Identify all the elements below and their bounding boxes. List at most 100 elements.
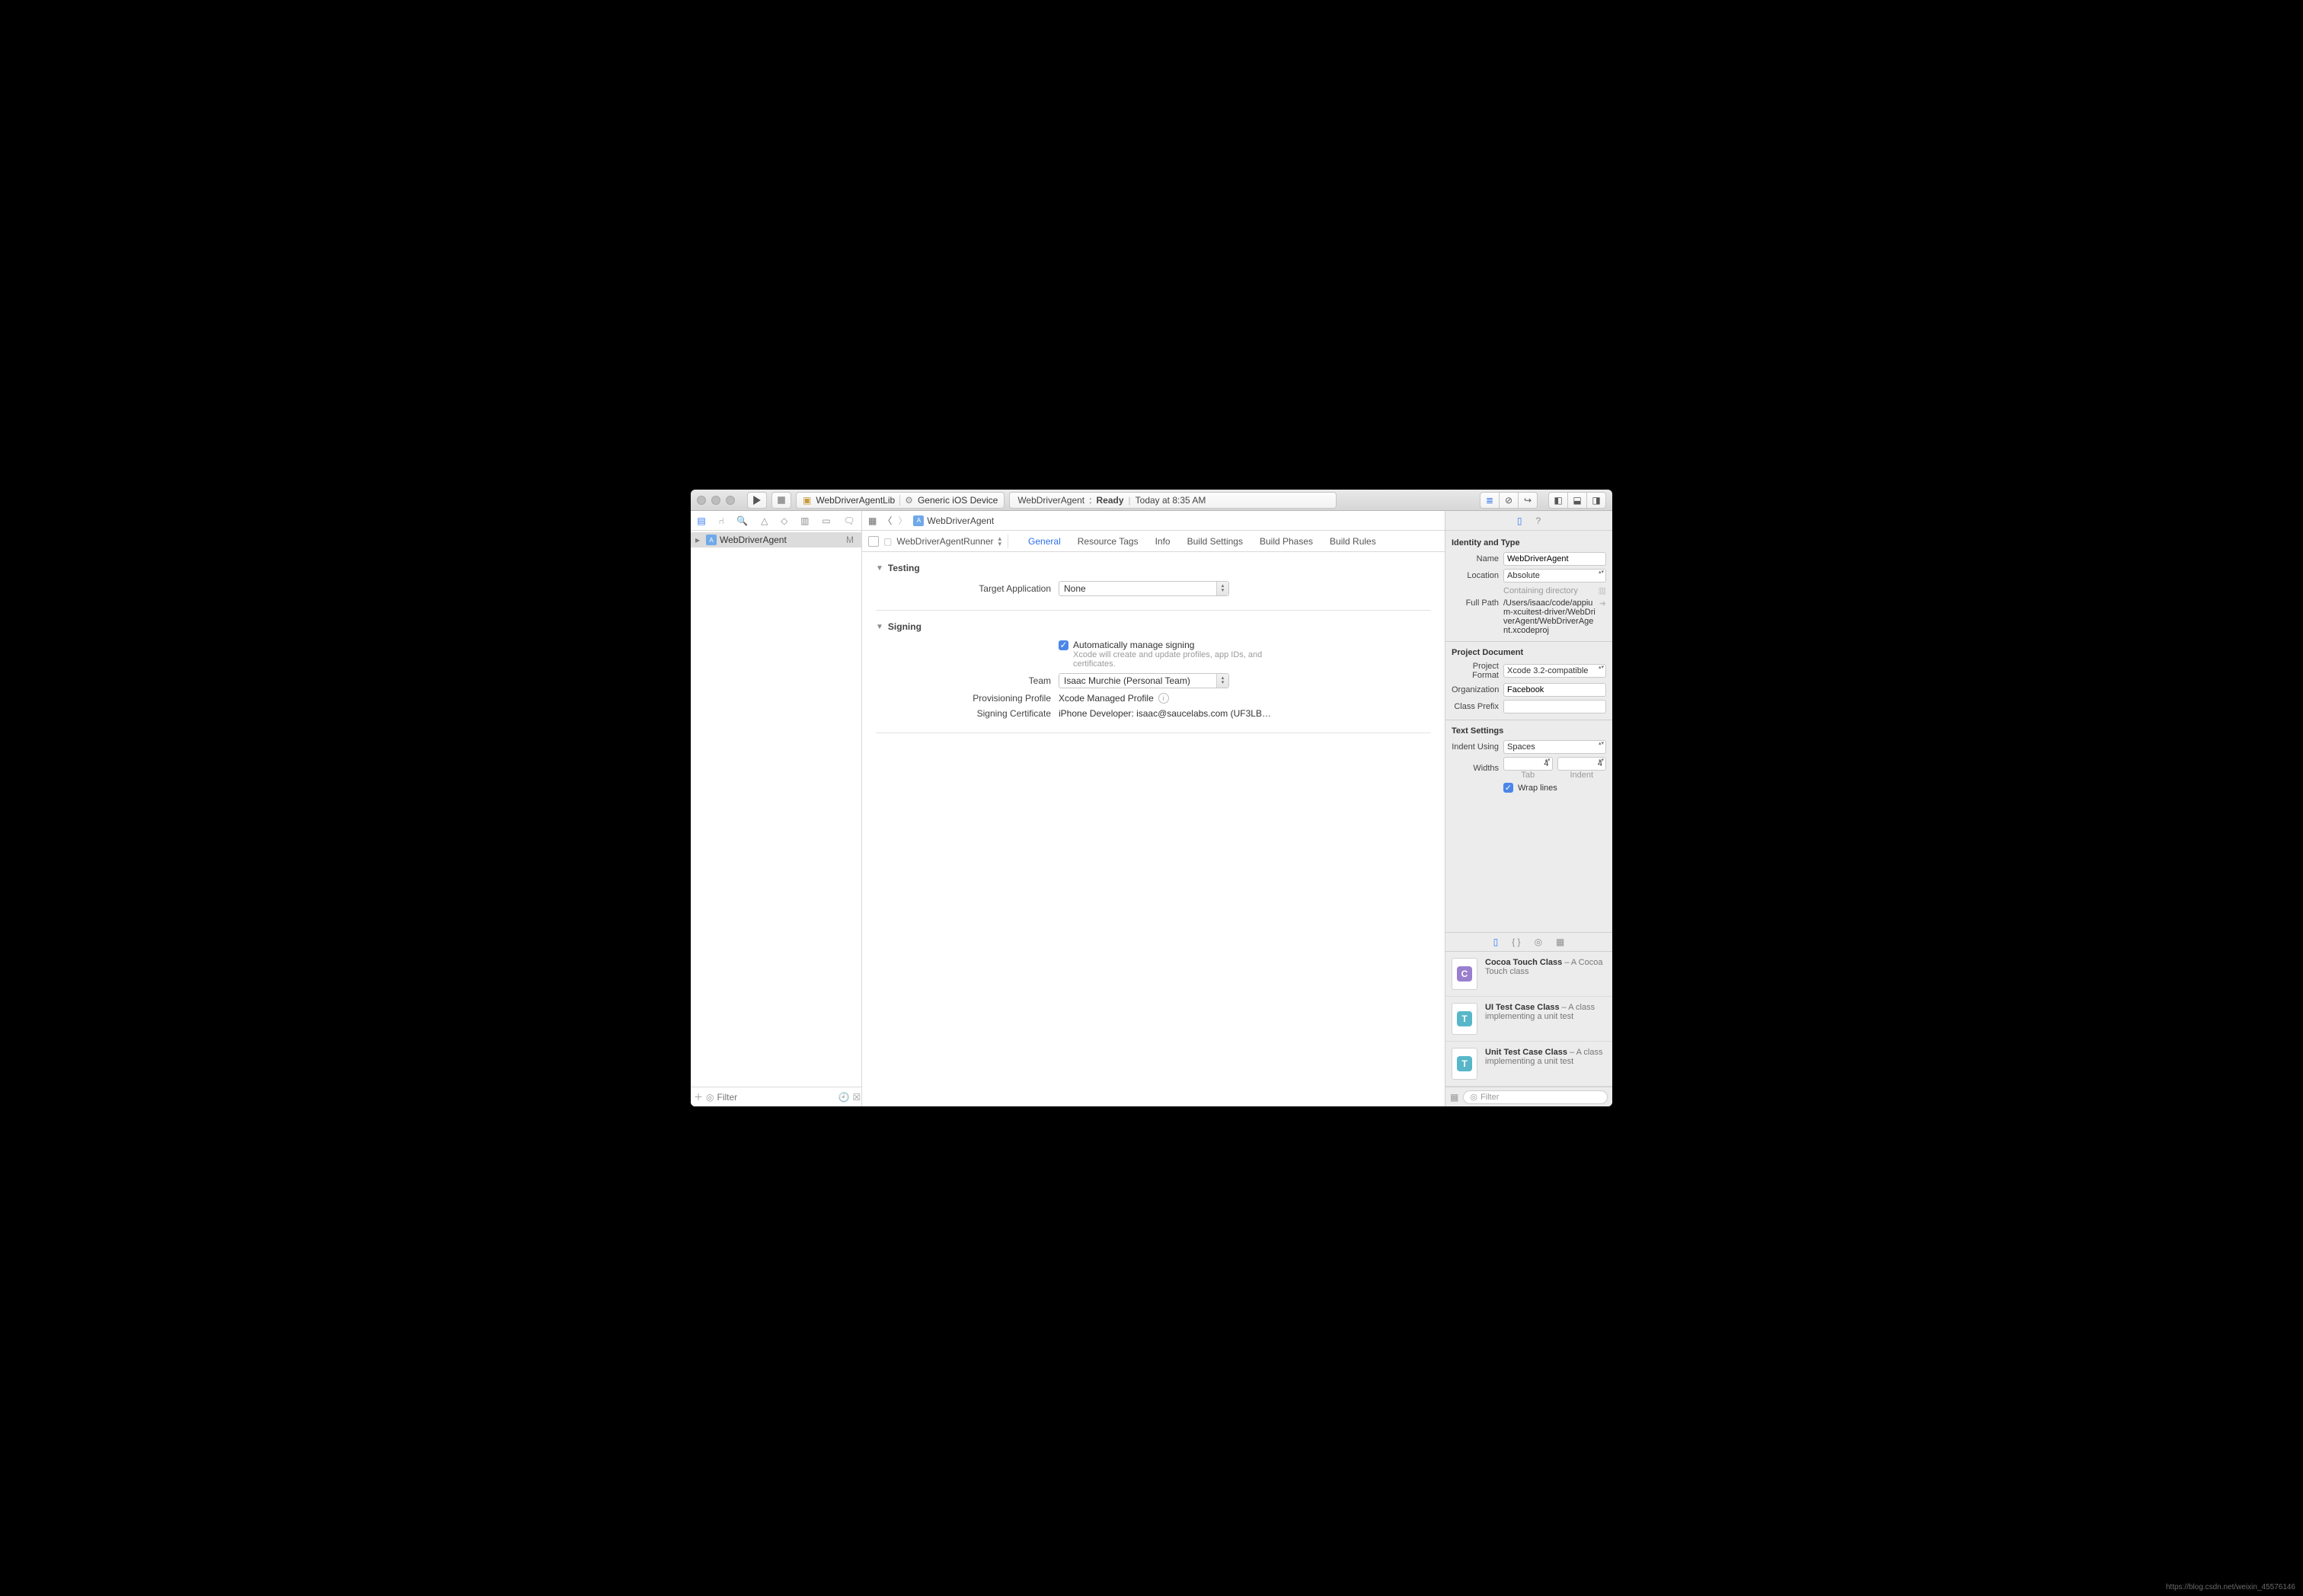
indent-width-stepper[interactable]: 4▴▾ xyxy=(1557,757,1607,771)
folder-chooser-icon[interactable]: ▥ xyxy=(1599,586,1606,595)
related-items-icon[interactable]: ▦ xyxy=(868,516,877,526)
scm-filter-icon[interactable]: ☒ xyxy=(852,1092,861,1103)
tab-build-settings[interactable]: Build Settings xyxy=(1187,536,1243,547)
library-item[interactable]: TUI Test Case Class – A class implementi… xyxy=(1445,997,1612,1042)
stop-button[interactable] xyxy=(771,492,791,509)
tab-build-phases[interactable]: Build Phases xyxy=(1260,536,1313,547)
minimize-window[interactable] xyxy=(711,496,720,505)
file-inspector: Identity and Type Name Location Absolute… xyxy=(1445,531,1612,800)
select-value: Isaac Murchie (Personal Team) xyxy=(1064,675,1190,686)
updown-icon: ▴▾ xyxy=(1216,582,1228,595)
project-navigator-tab[interactable]: ▤ xyxy=(697,516,705,526)
wrap-lines-checkbox[interactable]: ✓ xyxy=(1503,783,1513,793)
add-icon[interactable]: ＋ xyxy=(694,1090,703,1103)
location-select[interactable]: Absolute▴▾ xyxy=(1503,569,1606,583)
auto-manage-signing-checkbox[interactable]: ✓ xyxy=(1059,640,1068,650)
find-navigator-tab[interactable]: 🔍 xyxy=(736,516,748,526)
organization-field[interactable] xyxy=(1503,683,1606,697)
tab-info[interactable]: Info xyxy=(1155,536,1171,547)
indent-caption: Indent xyxy=(1557,771,1607,780)
select-value: None xyxy=(1064,583,1086,594)
media-library-tab[interactable]: ▦ xyxy=(1556,937,1564,947)
signing-header[interactable]: ▼ Signing xyxy=(876,621,1431,632)
signing-certificate-value: iPhone Developer: isaac@saucelabs.com (U… xyxy=(1059,708,1271,719)
template-file-icon: T xyxy=(1452,1003,1477,1035)
debug-navigator-tab[interactable]: ▥ xyxy=(800,516,809,526)
signing-certificate-label: Signing Certificate xyxy=(876,708,1059,719)
close-window[interactable] xyxy=(697,496,706,505)
tab-general[interactable]: General xyxy=(1028,536,1061,547)
object-library-tab[interactable]: ◎ xyxy=(1535,937,1542,947)
target-selector[interactable]: ▢ WebDriverAgentRunner ▴▾ xyxy=(867,535,1008,548)
file-inspector-tab[interactable]: ▯ xyxy=(1517,516,1522,526)
source-control-navigator-tab[interactable]: ⑁ xyxy=(718,516,723,526)
zoom-window[interactable] xyxy=(726,496,735,505)
activity-status: Ready xyxy=(1096,495,1123,506)
navigator-filter-input[interactable] xyxy=(717,1092,835,1103)
recent-icon[interactable]: 🕘 xyxy=(838,1092,850,1103)
version-editor-button[interactable]: ↪ xyxy=(1518,492,1538,509)
team-label: Team xyxy=(876,675,1059,686)
testing-header[interactable]: ▼ Testing xyxy=(876,563,1431,573)
library-item[interactable]: TUnit Test Case Class – A class implemen… xyxy=(1445,1042,1612,1087)
scope-icon[interactable]: ◎ xyxy=(706,1092,714,1103)
info-icon[interactable]: i xyxy=(1158,693,1169,704)
separator xyxy=(899,495,900,506)
forward-button[interactable]: 〉 xyxy=(898,514,907,527)
name-field[interactable] xyxy=(1503,552,1606,566)
indent-using-select[interactable]: Spaces▴▾ xyxy=(1503,740,1606,754)
reveal-arrow-icon[interactable]: ➜ xyxy=(1599,598,1606,635)
xcode-project-icon: A xyxy=(913,516,924,526)
indent-using-label: Indent Using xyxy=(1452,742,1503,752)
grid-view-icon[interactable]: ▦ xyxy=(1450,1092,1458,1103)
panel-toggle-segment: ◧ ⬓ ◨ xyxy=(1548,492,1606,509)
class-prefix-field[interactable] xyxy=(1503,700,1606,713)
tab-resource-tags[interactable]: Resource Tags xyxy=(1078,536,1139,547)
run-button[interactable] xyxy=(747,492,767,509)
code-snippet-library-tab[interactable]: { } xyxy=(1512,937,1520,947)
widths-label: Widths xyxy=(1452,764,1503,773)
project-root-row[interactable]: ▸ A WebDriverAgent M xyxy=(691,532,861,547)
updown-icon: ▴▾ xyxy=(1599,666,1604,670)
file-template-library-tab[interactable]: ▯ xyxy=(1493,937,1499,947)
class-prefix-label: Class Prefix xyxy=(1452,702,1503,711)
tab-width-stepper[interactable]: 4▴▾ xyxy=(1503,757,1553,771)
project-document-header: Project Document xyxy=(1452,648,1606,657)
text-settings-header: Text Settings xyxy=(1452,726,1606,736)
issue-navigator-tab[interactable]: △ xyxy=(761,516,768,526)
chevron-right-icon[interactable]: ▸ xyxy=(695,535,703,545)
test-navigator-tab[interactable]: ◇ xyxy=(781,516,787,526)
scheme-selector[interactable]: ▣ WebDriverAgentLib ⚙︎ Generic iOS Devic… xyxy=(796,492,1005,509)
report-navigator-tab[interactable]: 🗨 xyxy=(843,516,854,526)
breakpoint-navigator-tab[interactable]: ▭ xyxy=(822,516,830,526)
toggle-navigator-button[interactable]: ◧ xyxy=(1548,492,1568,509)
back-button[interactable]: 〈 xyxy=(883,514,892,527)
full-path-label: Full Path xyxy=(1452,598,1503,608)
folder-icon: ▢ xyxy=(883,536,892,547)
jump-bar-crumb[interactable]: A WebDriverAgent xyxy=(913,516,994,526)
standard-editor-button[interactable]: ≣ xyxy=(1480,492,1500,509)
toggle-debug-button[interactable]: ⬓ xyxy=(1567,492,1587,509)
assistant-editor-button[interactable]: ⊘ xyxy=(1499,492,1519,509)
library-filter-input[interactable]: ◎ Filter xyxy=(1463,1090,1608,1104)
testing-section: ▼ Testing Target Application None ▴▾ xyxy=(876,563,1431,596)
team-select[interactable]: Isaac Murchie (Personal Team) ▴▾ xyxy=(1059,673,1229,688)
wrap-lines-label: Wrap lines xyxy=(1518,784,1557,793)
select-value: Xcode 3.2-compatible xyxy=(1507,666,1588,675)
tab-build-rules[interactable]: Build Rules xyxy=(1330,536,1376,547)
navigator-filter-bar: ＋ ◎ 🕘 ☒ xyxy=(691,1087,861,1106)
quickhelp-inspector-tab[interactable]: ? xyxy=(1535,516,1541,526)
scheme-target: WebDriverAgentLib xyxy=(816,495,895,506)
target-application-select[interactable]: None ▴▾ xyxy=(1059,581,1229,596)
library-item-text: Unit Test Case Class – A class implement… xyxy=(1485,1048,1606,1080)
library-item[interactable]: CCocoa Touch Class – A Cocoa Touch class xyxy=(1445,952,1612,997)
library-item-text: Cocoa Touch Class – A Cocoa Touch class xyxy=(1485,958,1606,990)
disclosure-triangle-icon: ▼ xyxy=(876,564,883,573)
toggle-inspector-button[interactable]: ◨ xyxy=(1586,492,1606,509)
filter-icon: ◎ xyxy=(1470,1092,1477,1102)
updown-icon: ▴▾ xyxy=(1599,742,1604,746)
identity-type-header: Identity and Type xyxy=(1452,538,1606,547)
editor-mode-segment: ≣ ⊘ ↪ xyxy=(1480,492,1538,509)
project-format-select[interactable]: Xcode 3.2-compatible ▴▾ xyxy=(1503,664,1606,678)
library-item-text: UI Test Case Class – A class implementin… xyxy=(1485,1003,1606,1035)
